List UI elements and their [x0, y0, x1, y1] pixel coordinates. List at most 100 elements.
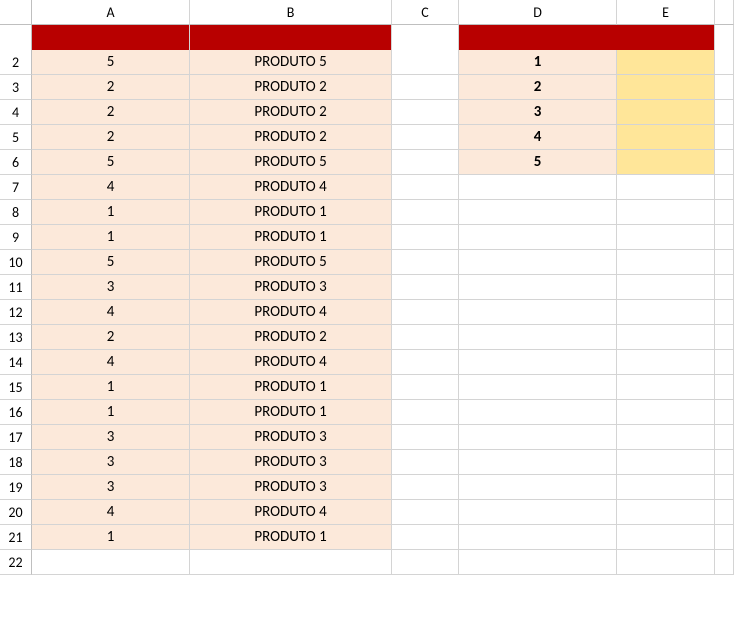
cell-C2[interactable]: [392, 50, 459, 75]
cell-A4[interactable]: 2: [32, 100, 190, 125]
cell-D6[interactable]: 5: [459, 150, 617, 175]
cell-A11[interactable]: 3: [32, 275, 190, 300]
cell-A3[interactable]: 2: [32, 75, 190, 100]
cell-E10[interactable]: [617, 250, 715, 275]
row-header-15[interactable]: 15: [0, 375, 32, 400]
cell-C21[interactable]: [392, 525, 459, 550]
row-header-7[interactable]: 7: [0, 175, 32, 200]
cell-D14[interactable]: [459, 350, 617, 375]
row-header-4[interactable]: 4: [0, 100, 32, 125]
cell-E17[interactable]: [617, 425, 715, 450]
cell-E11[interactable]: [617, 275, 715, 300]
cell-B4[interactable]: PRODUTO 2: [190, 100, 392, 125]
cell-D13[interactable]: [459, 325, 617, 350]
row-header-21[interactable]: 21: [0, 525, 32, 550]
cell-B18[interactable]: PRODUTO 3: [190, 450, 392, 475]
cell-F14[interactable]: [715, 350, 734, 375]
cell-E4[interactable]: [617, 100, 715, 125]
cell-F16[interactable]: [715, 400, 734, 425]
cell-B19[interactable]: PRODUTO 3: [190, 475, 392, 500]
cell-E18[interactable]: [617, 450, 715, 475]
cell-B5[interactable]: PRODUTO 2: [190, 125, 392, 150]
cell-A14[interactable]: 4: [32, 350, 190, 375]
row-header-13[interactable]: 13: [0, 325, 32, 350]
spreadsheet-grid[interactable]: ABCDE1CÓD.PRODUTOFREQUÊNCIA25PRODUTO 513…: [0, 0, 734, 575]
cell-D22[interactable]: [459, 550, 617, 575]
cell-A10[interactable]: 5: [32, 250, 190, 275]
row-header-10[interactable]: 10: [0, 250, 32, 275]
cell-F10[interactable]: [715, 250, 734, 275]
cell-F5[interactable]: [715, 125, 734, 150]
cell-C11[interactable]: [392, 275, 459, 300]
cell-E3[interactable]: [617, 75, 715, 100]
cell-C6[interactable]: [392, 150, 459, 175]
cell-C4[interactable]: [392, 100, 459, 125]
row-header-11[interactable]: 11: [0, 275, 32, 300]
row-header-20[interactable]: 20: [0, 500, 32, 525]
cell-E19[interactable]: [617, 475, 715, 500]
column-header-D[interactable]: D: [459, 0, 617, 25]
cell-A13[interactable]: 2: [32, 325, 190, 350]
cell-E5[interactable]: [617, 125, 715, 150]
cell-B17[interactable]: PRODUTO 3: [190, 425, 392, 450]
cell-F2[interactable]: [715, 50, 734, 75]
cell-C3[interactable]: [392, 75, 459, 100]
cell-F3[interactable]: [715, 75, 734, 100]
cell-C20[interactable]: [392, 500, 459, 525]
cell-B2[interactable]: PRODUTO 5: [190, 50, 392, 75]
cell-C19[interactable]: [392, 475, 459, 500]
cell-B22[interactable]: [190, 550, 392, 575]
cell-D9[interactable]: [459, 225, 617, 250]
row-header-19[interactable]: 19: [0, 475, 32, 500]
cell-E9[interactable]: [617, 225, 715, 250]
cell-C8[interactable]: [392, 200, 459, 225]
row-header-6[interactable]: 6: [0, 150, 32, 175]
cell-E22[interactable]: [617, 550, 715, 575]
cell-E7[interactable]: [617, 175, 715, 200]
cell-B13[interactable]: PRODUTO 2: [190, 325, 392, 350]
cell-C18[interactable]: [392, 450, 459, 475]
cell-F12[interactable]: [715, 300, 734, 325]
cell-E15[interactable]: [617, 375, 715, 400]
cell-A16[interactable]: 1: [32, 400, 190, 425]
cell-F22[interactable]: [715, 550, 734, 575]
cell-C12[interactable]: [392, 300, 459, 325]
cell-A8[interactable]: 1: [32, 200, 190, 225]
cell-F7[interactable]: [715, 175, 734, 200]
cell-D17[interactable]: [459, 425, 617, 450]
row-header-14[interactable]: 14: [0, 350, 32, 375]
cell-C16[interactable]: [392, 400, 459, 425]
cell-C15[interactable]: [392, 375, 459, 400]
cell-D18[interactable]: [459, 450, 617, 475]
cell-F18[interactable]: [715, 450, 734, 475]
cell-C5[interactable]: [392, 125, 459, 150]
cell-F19[interactable]: [715, 475, 734, 500]
cell-D20[interactable]: [459, 500, 617, 525]
row-header-17[interactable]: 17: [0, 425, 32, 450]
row-header-8[interactable]: 8: [0, 200, 32, 225]
cell-A6[interactable]: 5: [32, 150, 190, 175]
cell-B10[interactable]: PRODUTO 5: [190, 250, 392, 275]
cell-D15[interactable]: [459, 375, 617, 400]
cell-B15[interactable]: PRODUTO 1: [190, 375, 392, 400]
column-header-blank[interactable]: [715, 0, 734, 25]
cell-D4[interactable]: 3: [459, 100, 617, 125]
cell-C17[interactable]: [392, 425, 459, 450]
row-header-3[interactable]: 3: [0, 75, 32, 100]
cell-C7[interactable]: [392, 175, 459, 200]
cell-A18[interactable]: 3: [32, 450, 190, 475]
cell-D7[interactable]: [459, 175, 617, 200]
cell-D16[interactable]: [459, 400, 617, 425]
cell-A15[interactable]: 1: [32, 375, 190, 400]
cell-C13[interactable]: [392, 325, 459, 350]
cell-B16[interactable]: PRODUTO 1: [190, 400, 392, 425]
cell-C9[interactable]: [392, 225, 459, 250]
cell-D2[interactable]: 1: [459, 50, 617, 75]
cell-B6[interactable]: PRODUTO 5: [190, 150, 392, 175]
cell-D21[interactable]: [459, 525, 617, 550]
cell-E14[interactable]: [617, 350, 715, 375]
cell-A21[interactable]: 1: [32, 525, 190, 550]
cell-D12[interactable]: [459, 300, 617, 325]
cell-E8[interactable]: [617, 200, 715, 225]
cell-A2[interactable]: 5: [32, 50, 190, 75]
